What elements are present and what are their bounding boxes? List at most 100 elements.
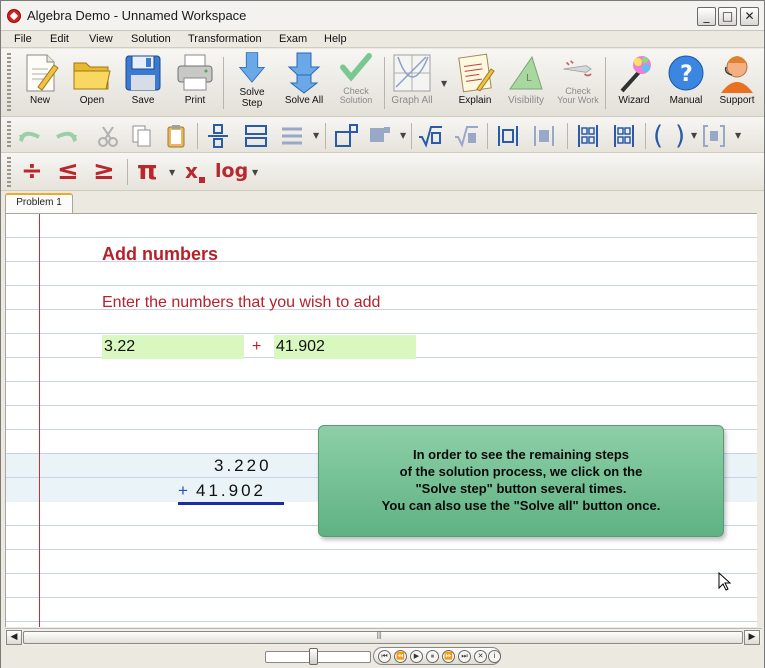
menu-file[interactable]: File [14,33,32,45]
app-logo-icon[interactable] [7,9,21,23]
check-your-work-button[interactable]: Check Your Work [551,51,605,113]
toolbar-separator [197,123,198,149]
horizontal-scrollbar[interactable]: ◀ ▶ [5,628,762,645]
margin-line [39,214,40,627]
problem-title: Add numbers [102,244,219,264]
slider-thumb[interactable] [309,648,318,665]
minimize-button[interactable]: _ [697,7,716,26]
menu-solution[interactable]: Solution [131,33,171,45]
nth-root-icon[interactable] [453,123,479,149]
visibility-button[interactable]: L Visibility [499,51,553,113]
new-button[interactable]: New [13,51,67,113]
save-label: Save [131,95,155,106]
copy-icon[interactable] [129,123,155,149]
toolbar-grip[interactable] [7,157,11,187]
open-button[interactable]: Open [65,51,119,113]
forward-icon[interactable]: ⏩ [442,650,455,663]
calc-sum-line [178,502,284,505]
functions-dropdown-icon[interactable]: ▼ [252,168,258,177]
fraction-icon[interactable] [205,123,231,149]
scroll-thumb[interactable] [23,630,743,644]
toolbar-separator [411,123,412,149]
box-dropdown-icon[interactable]: ▼ [400,131,406,140]
log-button[interactable]: log [215,156,248,186]
menu-edit[interactable]: Edit [50,33,69,45]
rewind-icon[interactable]: ⏪ [394,650,407,663]
maximize-button[interactable]: □ [718,7,737,26]
solve-step-button[interactable]: Solve Step [225,51,279,113]
open-paren-button[interactable]: ( [653,121,663,151]
new-label: New [29,95,50,106]
toolbar-grip[interactable] [7,121,11,149]
solve-step-label: Solve Step [239,87,265,109]
forward-end-icon[interactable]: ⏭ [458,650,471,663]
operand-2-input[interactable]: 41.902 [274,335,416,359]
subscript-box-marker [199,177,205,183]
align-dropdown-icon[interactable]: ▼ [313,131,319,140]
check-work-pen-icon [563,60,592,77]
paste-icon[interactable] [163,123,189,149]
square-root-icon[interactable] [417,123,443,149]
workspace-canvas[interactable]: Add numbers Enter the numbers that you w… [5,213,757,627]
solve-all-label: Solve All [284,95,324,106]
brackets-icon[interactable] [701,123,727,149]
less-equal-button[interactable]: ≤ [57,156,79,186]
play-icon[interactable]: ▶ [410,650,423,663]
window-title: Algebra Demo - Unnamed Workspace [27,8,247,23]
wizard-button[interactable]: Wizard [607,51,661,113]
greater-equal-button[interactable]: ≥ [93,156,115,186]
close-paren-button[interactable]: ) [675,121,685,151]
absolute-value-icon[interactable] [495,123,521,149]
check-solution-button[interactable]: Check Solution [329,51,383,113]
menu-view[interactable]: View [89,33,113,45]
rewind-start-icon[interactable]: ⏮ [378,650,391,663]
tooltip-line-2: of the solution process, we click on the [399,464,643,479]
scroll-left-button[interactable]: ◀ [6,630,22,645]
stop-icon[interactable]: ✕ [474,650,487,663]
title-bar[interactable]: Algebra Demo - Unnamed Workspace _ □ ✕ [1,1,764,31]
close-button[interactable]: ✕ [740,7,759,26]
cut-icon[interactable] [95,123,121,149]
operand-1-input[interactable]: 3.22 [102,335,244,359]
graph-all-dropdown-icon[interactable]: ▼ [441,79,447,88]
explain-button[interactable]: Explain [448,51,502,113]
tooltip-line-3: "Solve step" button several times. [415,481,627,496]
subscript-box-icon[interactable] [367,123,393,149]
support-button[interactable]: Support [710,51,764,113]
tooltip-line-4: You can also use the "Solve all" button … [381,498,661,513]
matrix-icon[interactable] [575,123,601,149]
pause-icon[interactable]: ⏸ [426,650,439,663]
pi-button[interactable]: π [137,156,158,186]
calc-plus-sign: + [178,481,188,500]
save-button[interactable]: Save [116,51,170,113]
open-label: Open [79,95,105,106]
print-button[interactable]: Print [168,51,222,113]
determinant-icon[interactable] [611,123,637,149]
tab-problem-1[interactable]: Problem 1 [5,193,73,213]
constants-dropdown-icon[interactable]: ▼ [169,168,175,177]
manual-button[interactable]: ? Manual [659,51,713,113]
playback-speed-slider[interactable] [265,651,371,663]
stack-icon[interactable] [243,123,269,149]
divide-button[interactable]: ÷ [21,156,43,186]
brackets-dropdown-icon[interactable]: ▼ [735,131,741,140]
menu-transformation[interactable]: Transformation [188,33,262,45]
info-icon[interactable]: i [488,650,501,663]
subscript-button[interactable]: x [185,156,198,186]
toolbar-grip[interactable] [7,53,11,111]
menu-exam[interactable]: Exam [279,33,307,45]
menu-help[interactable]: Help [324,33,347,45]
scroll-right-button[interactable]: ▶ [744,630,760,645]
paren-dropdown-icon[interactable]: ▼ [691,131,697,140]
norm-icon[interactable] [531,123,557,149]
redo-icon[interactable] [53,123,79,149]
superscript-box-icon[interactable] [333,123,359,149]
support-agent-icon [721,56,753,93]
align-icon[interactable] [279,123,305,149]
checkmark-icon [340,53,372,82]
graph-all-button[interactable]: Graph All [385,51,439,113]
new-document-icon [26,54,59,92]
undo-icon[interactable] [17,123,43,149]
solve-all-button[interactable]: Solve All [277,51,331,113]
hint-tooltip[interactable]: In order to see the remaining steps of t… [318,425,724,537]
